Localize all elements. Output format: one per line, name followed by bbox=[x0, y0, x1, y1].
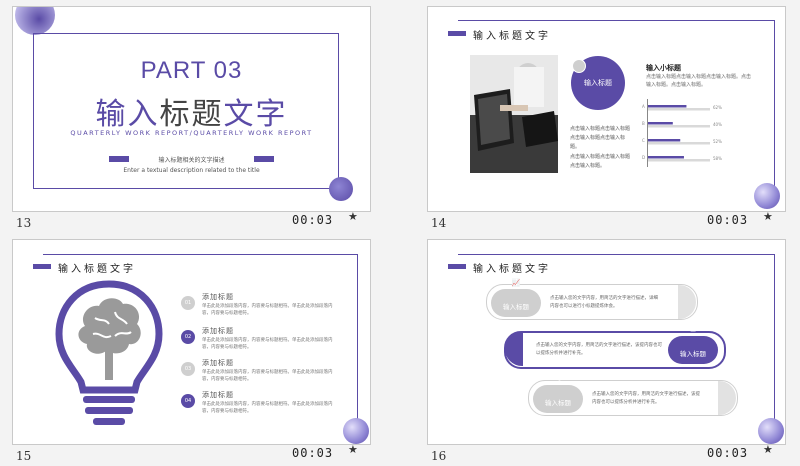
item-number-badge: 04 bbox=[181, 394, 195, 408]
header-bar bbox=[33, 264, 51, 269]
transition-time: 00:03 bbox=[707, 213, 749, 227]
transition-time: 00:03 bbox=[707, 446, 749, 460]
title-part-a: 输入 bbox=[95, 97, 160, 132]
animation-star-icon: ★ bbox=[763, 443, 773, 456]
bar bbox=[648, 105, 687, 108]
description-cn: 输入标题相关的文字描述 bbox=[158, 157, 225, 164]
header-bar bbox=[448, 31, 466, 36]
lightbulb-brain-icon bbox=[55, 280, 163, 425]
slide-thumbnail-13[interactable]: PART 03 输入标题文字 QUARTERLY WORK REPORT/QUA… bbox=[0, 0, 385, 233]
slide-canvas[interactable]: 输入标题文字 📈 输入标题 点击输入您的文字内容，用简洁的文字进行描述，详细内容… bbox=[427, 239, 786, 445]
paragraph: 点击输入标题点击输入标题点击输入标题点击输入标题。 bbox=[570, 126, 631, 150]
pill-badge: ⋖ 输入标题 bbox=[533, 375, 583, 413]
subtitle: 输入小标题 bbox=[646, 64, 681, 72]
pill-label: 输入标题 bbox=[545, 399, 571, 407]
slide-header: 输入标题文字 bbox=[473, 27, 555, 42]
slide-title: 输入标题文字 bbox=[13, 89, 370, 133]
item-text: 单击此处添加段落内容，内容要与标题相符。单击此处添加段落内容，内容要与标题相符。 bbox=[202, 338, 333, 350]
subtitle-text: 点击输入标题点击输入标题点击输入标题。点击输入标题。点击输入标题。 bbox=[646, 74, 752, 88]
decorative-circle bbox=[329, 177, 353, 201]
slide-thumbnail-16[interactable]: 输入标题文字 📈 输入标题 点击输入您的文字内容，用简洁的文字进行描述，详细内容… bbox=[415, 233, 800, 466]
slide-subtitle: QUARTERLY WORK REPORT/QUARTERLY WORK REP… bbox=[70, 129, 313, 137]
bar-track bbox=[648, 125, 710, 128]
chart-icon: 📈 bbox=[511, 279, 521, 287]
animation-star-icon: ★ bbox=[348, 443, 358, 456]
slide-header: 输入标题文字 bbox=[473, 260, 555, 275]
item-title: 添加标题 bbox=[202, 391, 234, 399]
bar-label: B bbox=[642, 121, 645, 126]
bar bbox=[648, 122, 673, 125]
slide-number: 13 bbox=[16, 216, 32, 230]
slide-canvas[interactable]: PART 03 输入标题文字 QUARTERLY WORK REPORT/QUA… bbox=[12, 6, 371, 212]
part-label: PART 03 bbox=[140, 57, 243, 84]
bar-label: A bbox=[642, 104, 645, 109]
bar-chart: A 62% B 40% C 52% D 58% bbox=[642, 104, 722, 162]
pill-text: 点击输入您的文字内容，用简洁的文字进行描述，详细内容也可以进行小标题提炼体会。 bbox=[550, 296, 658, 309]
mail-icon: ✉ bbox=[690, 326, 696, 334]
slide-canvas[interactable]: 输入标题文字 01 添加标题 单击此处添加段落内容，内容要与标题相符。单击此处添… bbox=[12, 239, 371, 445]
bar-label: D bbox=[642, 155, 645, 160]
pill-badge: 📈 输入标题 bbox=[491, 279, 541, 317]
pill-label: 输入标题 bbox=[680, 350, 706, 358]
slide-header: 输入标题文字 bbox=[58, 260, 140, 275]
decorative-circle bbox=[343, 418, 369, 444]
animation-star-icon: ★ bbox=[763, 210, 773, 223]
item-text: 单击此处添加段落内容，内容要与标题相符。单击此处添加段落内容，内容要与标题相符。 bbox=[202, 402, 333, 414]
pill-text: 点击输入您的文字内容，用简洁的文字进行描述，该提内容也可以提炼分析并进行补充。 bbox=[592, 392, 700, 405]
header-bar bbox=[448, 264, 466, 269]
slide-thumbnail-14[interactable]: 输入标题文字 输入标题 点击输入标题点击输入标题点击输入标题点击输入标题。 点击… bbox=[415, 0, 800, 233]
title-part-b: 标题 bbox=[159, 97, 224, 132]
slide-canvas[interactable]: 输入标题文字 输入标题 点击输入标题点击输入标题点击输入标题点击输入标题。 点击… bbox=[427, 6, 786, 212]
decorative-bar bbox=[254, 156, 274, 162]
decorative-dot bbox=[572, 59, 586, 73]
bar-track bbox=[648, 159, 710, 162]
pill-text: 点击输入您的文字内容，用简洁的文字进行描述，该提内容也可以提炼分析并进行补充。 bbox=[536, 343, 662, 356]
description-en: Enter a textual description related to t… bbox=[123, 167, 260, 174]
slide-number: 14 bbox=[431, 216, 447, 230]
bar-value: 62% bbox=[713, 105, 722, 110]
item-text: 单击此处添加段落内容，内容要与标题相符。单击此处添加段落内容，内容要与标题相符。 bbox=[202, 304, 333, 316]
bar-track bbox=[648, 108, 710, 111]
item-number-badge: 02 bbox=[181, 330, 195, 344]
decorative-circle bbox=[754, 183, 780, 209]
item-title: 添加标题 bbox=[202, 327, 234, 335]
bar-track bbox=[648, 142, 710, 145]
paragraph: 点击输入标题点击输入标题点击输入标题。 bbox=[570, 154, 631, 169]
pill-label: 输入标题 bbox=[503, 303, 529, 311]
bar-value: 58% bbox=[713, 156, 722, 161]
decorative-circle bbox=[758, 418, 784, 444]
transition-time: 00:03 bbox=[292, 446, 334, 460]
animation-star-icon: ★ bbox=[348, 210, 358, 223]
item-text: 单击此处添加段落内容，内容要与标题相符。单击此处添加段落内容，内容要与标题相符。 bbox=[202, 370, 333, 382]
bar bbox=[648, 156, 684, 159]
item-title: 添加标题 bbox=[202, 359, 234, 367]
bar bbox=[648, 139, 681, 142]
title-part-c: 文字 bbox=[223, 97, 288, 132]
slide-number: 15 bbox=[16, 449, 32, 463]
bar-value: 52% bbox=[713, 139, 722, 144]
decorative-circle bbox=[15, 7, 55, 35]
transition-time: 00:03 bbox=[292, 213, 334, 227]
item-number-badge: 03 bbox=[181, 362, 195, 376]
office-photo bbox=[470, 55, 558, 173]
share-icon: ⋖ bbox=[555, 375, 561, 383]
bar-label: C bbox=[642, 138, 645, 143]
slide-thumbnail-15[interactable]: 输入标题文字 01 添加标题 单击此处添加段落内容，内容要与标题相符。单击此处添… bbox=[0, 233, 385, 466]
slide-number: 16 bbox=[431, 449, 447, 463]
pill-badge: ✉ 输入标题 bbox=[668, 326, 718, 364]
bar-value: 40% bbox=[713, 122, 722, 127]
item-title: 添加标题 bbox=[202, 293, 234, 301]
item-number-badge: 01 bbox=[181, 296, 195, 310]
